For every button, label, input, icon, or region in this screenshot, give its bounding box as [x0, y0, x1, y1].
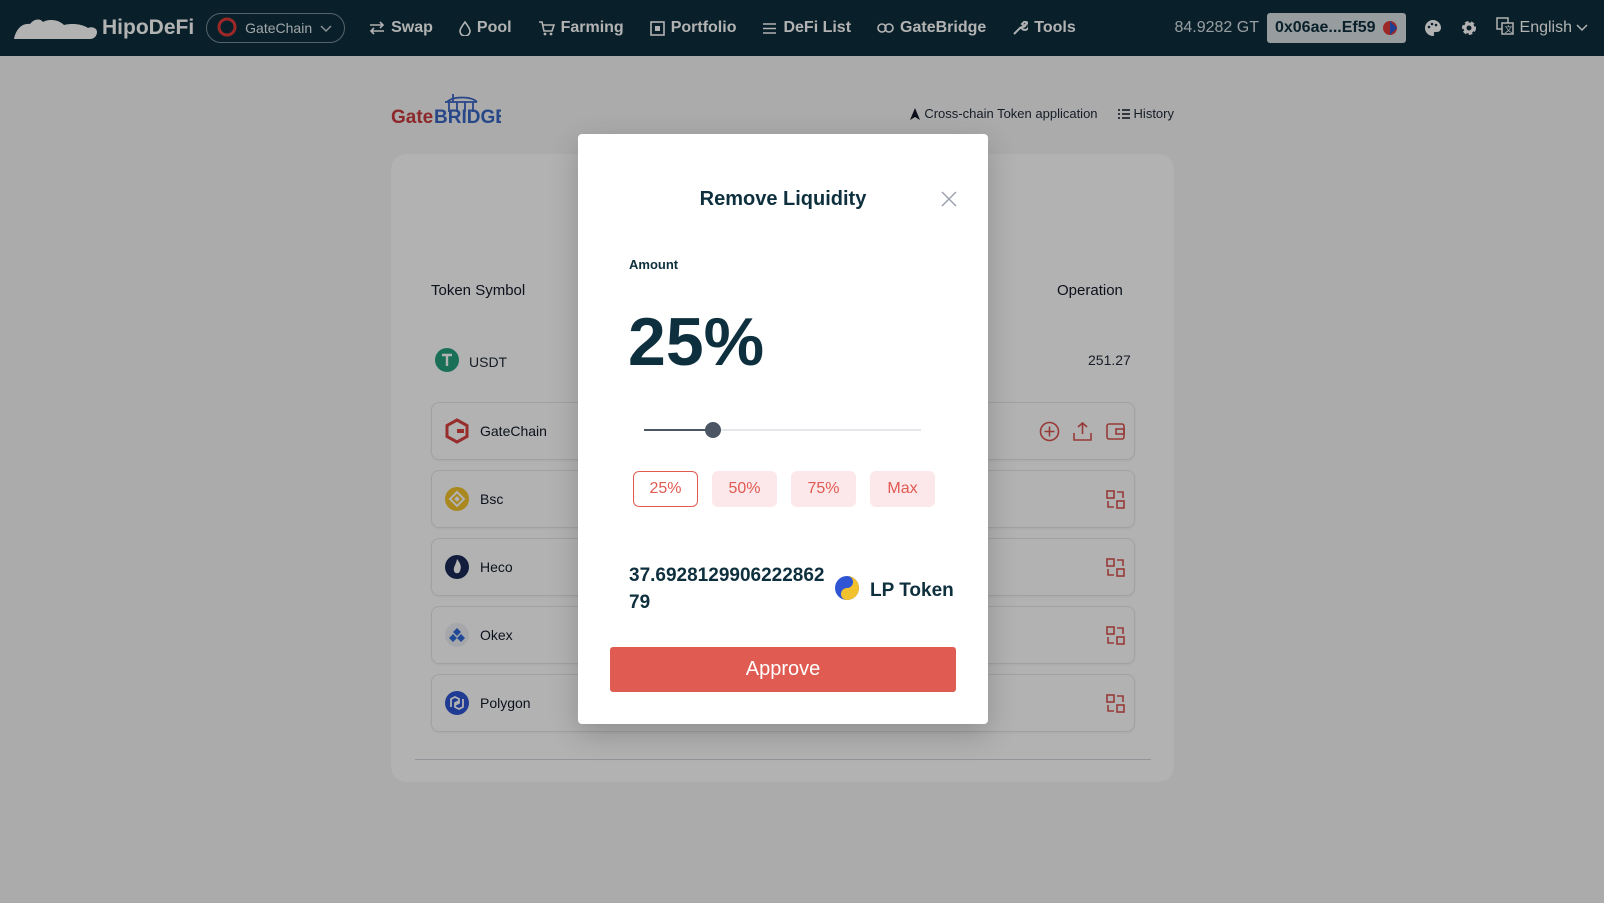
max-button[interactable]: Max — [870, 471, 935, 507]
lp-token-icon — [834, 575, 860, 606]
amount-percent: 25% — [628, 304, 765, 380]
modal-title: Remove Liquidity — [699, 188, 867, 210]
lp-token-label: LP Token — [870, 579, 954, 601]
approve-button[interactable]: Approve — [610, 647, 956, 692]
slider-thumb[interactable] — [705, 422, 722, 438]
lp-token: LP Token — [834, 575, 954, 606]
amount-slider[interactable] — [644, 420, 921, 440]
amount-label: Amount — [629, 257, 679, 272]
percent-25-button[interactable]: 25% — [633, 471, 698, 507]
lp-amount: 37.692812990622286279 — [629, 565, 825, 613]
remove-liquidity-modal: Remove Liquidity Amount 25% 25% 50% 75% … — [578, 134, 988, 724]
close-icon[interactable] — [940, 190, 958, 208]
slider-fill — [644, 429, 714, 431]
percent-50-button[interactable]: 50% — [712, 471, 777, 507]
percent-75-button[interactable]: 75% — [791, 471, 856, 507]
percent-buttons: 25% 50% 75% Max — [633, 471, 949, 507]
